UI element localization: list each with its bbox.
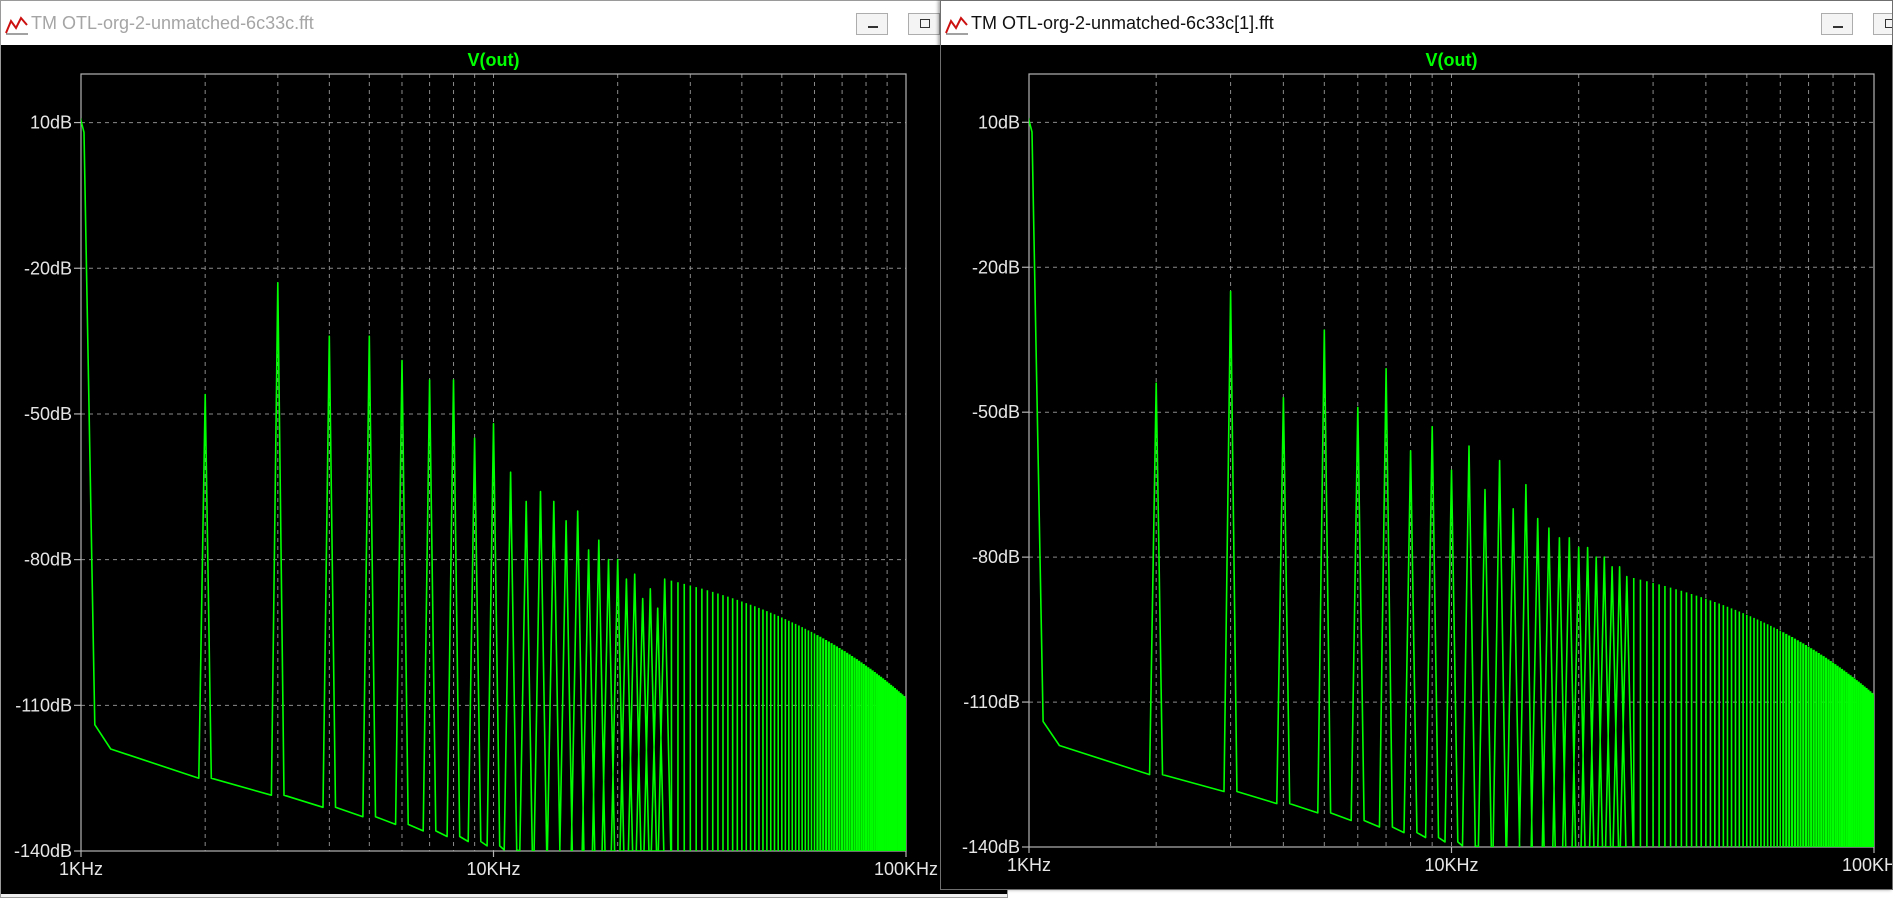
x-tick-label: 100KHz (874, 859, 938, 879)
y-tick-label: -80dB (24, 550, 72, 570)
fft-window-left[interactable]: TM OTL-org-2-unmatched-6c33c.fft 10dB -20… (0, 0, 1008, 898)
harmonic-spikes (670, 580, 906, 851)
fft-plot[interactable]: 10dB -20dB -50dB -80dB -110dB -140dB1KHz 10KHz… (1, 45, 1007, 896)
x-tick-label: 10KHz (466, 859, 520, 879)
series-v-out (1029, 117, 1874, 847)
y-tick-label: 10dB (30, 113, 72, 133)
y-tick-label: -50dB (972, 402, 1020, 422)
y-tick-label: -50dB (24, 404, 72, 424)
y-tick-label: -20dB (972, 257, 1020, 277)
chart-title: V(out) (1426, 50, 1478, 70)
maximize-icon (1885, 19, 1892, 28)
x-tick-label: 100KHz (1842, 855, 1893, 875)
y-tick-label: -80dB (972, 547, 1020, 567)
x-tick-label: 1KHz (1007, 855, 1051, 875)
y-tick-label: -110dB (963, 692, 1020, 712)
maximize-button[interactable] (1873, 13, 1892, 35)
y-tick-label: -110dB (15, 695, 72, 715)
minimize-icon (1833, 26, 1843, 28)
waveform-icon (945, 16, 968, 35)
window-titlebar[interactable]: TM OTL-org-2-unmatched-6c33c.fft (1, 1, 1007, 46)
series-v-out (81, 117, 906, 851)
window-titlebar[interactable]: TM OTL-org-2-unmatched-6c33c[1].fft (941, 1, 1892, 46)
maximize-icon (920, 19, 930, 28)
maximize-button[interactable] (908, 13, 940, 35)
window-title: TM OTL-org-2-unmatched-6c33c[1].fft (971, 13, 1274, 33)
y-tick-label: -20dB (24, 258, 72, 278)
y-tick-label: -140dB (962, 837, 1020, 857)
y-tick-label: -140dB (14, 841, 72, 861)
waveform-icon (5, 16, 28, 35)
window-title: TM OTL-org-2-unmatched-6c33c.fft (31, 13, 314, 33)
plot-pane[interactable]: 10dB -20dB -50dB -80dB -110dB -140dB 1KHz 10KHz… (1, 45, 1007, 894)
harmonic-spikes (1632, 578, 1874, 847)
minimize-button[interactable] (1821, 13, 1853, 35)
spectrum-line (1029, 117, 1634, 847)
x-tick-label: 10KHz (1424, 855, 1478, 875)
fft-window-right[interactable]: TM OTL-org-2-unmatched-6c33c[1].fft 10dB… (940, 0, 1893, 890)
y-tick-label: 10dB (978, 112, 1020, 132)
x-tick-label: 1KHz (59, 859, 103, 879)
spectrum-line (81, 117, 672, 851)
fft-plot[interactable]: 10dB -20dB -50dB -80dB -110dB -140dB1KHz 10KHz… (941, 45, 1893, 890)
minimize-button[interactable] (856, 13, 888, 35)
chart-title: V(out) (468, 50, 520, 70)
plot-pane[interactable]: 10dB -20dB -50dB -80dB -110dB -140dB 1KHz 10KHz… (941, 45, 1892, 889)
minimize-icon (868, 26, 878, 28)
